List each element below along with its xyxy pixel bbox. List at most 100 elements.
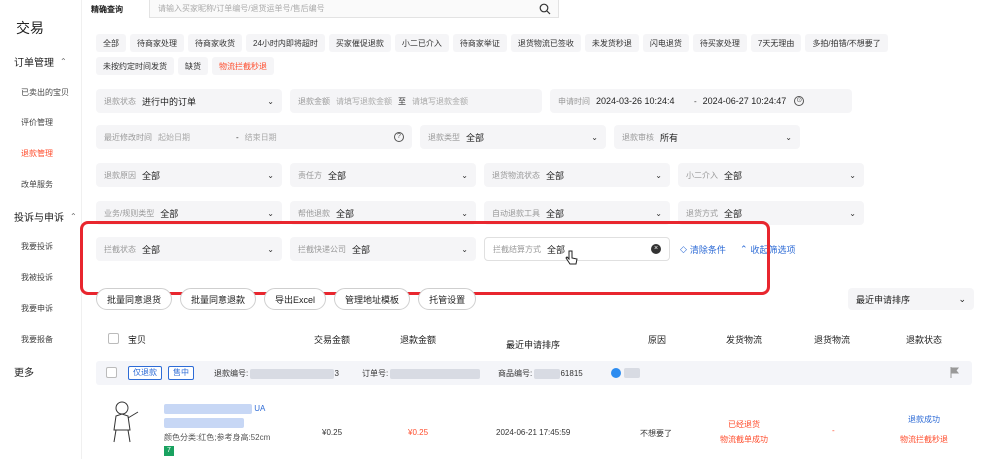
apply-time-range[interactable]: 申请时间 2024-03-26 10:24:4 - 2024-06-27 10:… (550, 89, 852, 113)
filter-chip[interactable]: 待买家处理 (692, 34, 747, 52)
field-label: 退货物流状态 (492, 170, 540, 180)
search-icon[interactable] (532, 0, 558, 18)
sidebar-group-order[interactable]: 订单管理 ⌃ (14, 54, 67, 69)
col-trade-amount: 交易金额 (314, 335, 351, 345)
filter-chip[interactable]: 未发货秒退 (584, 34, 639, 52)
batch-agree-refund-button[interactable]: 批量同意退款 (180, 288, 257, 310)
col-refund-status: 退款状态 (906, 335, 943, 345)
modified-end-input[interactable]: 结束日期 (245, 132, 394, 143)
refund-audit-select[interactable]: 退款审核 所有 ⌄ (614, 125, 800, 149)
chevron-down-icon: ⌄ (267, 208, 274, 218)
filter-chip[interactable]: 全部 (96, 34, 126, 52)
sidebar-item-sold[interactable]: 已卖出的宝贝 (21, 87, 69, 98)
field-value: 全部 (160, 208, 179, 219)
filter-chip[interactable]: 待商家收货 (188, 34, 242, 52)
filter-chip[interactable]: 小二已介入 (394, 34, 449, 52)
sidebar-group-complaints[interactable]: 投诉与申诉 ⌃ (14, 209, 77, 224)
range-separator: - (694, 96, 697, 106)
product-title[interactable]: UA (164, 404, 265, 428)
filter-row-3: 退款原因 全部 ⌄ 责任方 全部 ⌄ 退货物流状态 全部 ⌄ 小二介入 全部 ⌄ (96, 163, 872, 187)
apply-time-start[interactable]: 2024-03-26 10:24:4 (596, 96, 688, 106)
ship-status-2: 物流截单成功 (720, 435, 768, 444)
sidebar-item-modify-order[interactable]: 改单服务 (21, 179, 53, 190)
manage-address-template-button[interactable]: 管理地址模板 (334, 288, 411, 310)
help-icon: ? (394, 132, 404, 142)
filter-chip[interactable]: 缺货 (178, 57, 208, 75)
refund-type-select[interactable]: 退款类型 全部 ⌄ (420, 125, 606, 149)
filter-chip[interactable]: 买家催促退款 (328, 34, 391, 52)
filter-chip[interactable]: 7天无理由 (750, 34, 802, 52)
sidebar-item-reviews[interactable]: 评价管理 (21, 117, 53, 128)
filter-chip[interactable]: 多拍/拍错/不想要了 (805, 34, 888, 52)
sort-select[interactable]: 最近申请排序 ⌄ (848, 288, 974, 310)
field-label: 退货方式 (686, 208, 718, 218)
apply-time-end[interactable]: 2024-06-27 10:24:47 (703, 96, 787, 106)
chevron-down-icon: ⌄ (785, 132, 792, 142)
search-input[interactable]: 请输入买家昵称/订单编号/退货运单号/售后编号 (149, 0, 559, 18)
product-sku: 颜色分类:红色;参考身高:52cm (164, 433, 271, 442)
filter-chip[interactable]: 未按约定时间发货 (96, 57, 174, 75)
filter-chip[interactable]: 退货物流已签收 (510, 34, 581, 52)
filter-chip[interactable]: 待商家处理 (130, 34, 184, 52)
batch-agree-return-button[interactable]: 批量同意退货 (96, 288, 173, 310)
sidebar-group-label: 投诉与申诉 (14, 213, 64, 224)
filter-chip[interactable]: 物流拦截秒退 (212, 57, 274, 75)
sidebar-item-refunds[interactable]: 退款管理 (21, 148, 53, 159)
bulk-actions: 批量同意退货 批量同意退款 导出Excel 管理地址模板 托管设置 (96, 288, 477, 310)
field-label: 帮他退款 (298, 208, 330, 218)
chevron-down-icon: ⌄ (849, 170, 856, 180)
order-checkbox[interactable] (106, 367, 117, 378)
hosting-settings-button[interactable]: 托管设置 (418, 288, 477, 310)
field-label: 最近修改时间 (104, 132, 152, 142)
masked-buyer (624, 368, 640, 378)
filter-chip[interactable]: 待商家举证 (452, 34, 507, 52)
sidebar-item-appeal[interactable]: 我要申诉 (21, 303, 53, 314)
filter-chip[interactable]: 闪电退货 (642, 34, 689, 52)
filter-chip[interactable]: 24小时内即将超时 (246, 34, 325, 52)
field-label: 退款原因 (104, 170, 136, 180)
seven-day-badge: 7 (164, 446, 174, 456)
sidebar-item-report[interactable]: 我要报备 (21, 334, 53, 345)
amount-max-input[interactable]: 请填写退款金额 (412, 96, 468, 107)
chevron-down-icon: ⌄ (461, 208, 468, 218)
modified-start-input[interactable]: 起始日期 (158, 132, 230, 143)
search-label: 精确查询 (91, 4, 123, 14)
refund-status-1[interactable]: 退款成功 (908, 414, 940, 425)
sidebar-item-complained[interactable]: 我被投诉 (21, 272, 53, 283)
sidebar-more[interactable]: 更多 (14, 364, 34, 379)
refund-status-select[interactable]: 退款状态 进行中的订单 ⌄ (96, 89, 282, 113)
select-all-checkbox[interactable] (108, 333, 119, 346)
chevron-down-icon: ⌄ (506, 338, 514, 348)
field-label: 退款类型 (428, 132, 460, 142)
col-item: 宝贝 (128, 335, 147, 345)
last-modified-range[interactable]: 最近修改时间 起始日期 - 结束日期 ? (96, 125, 412, 149)
product-image[interactable] (108, 398, 150, 446)
title-tail: UA (254, 404, 266, 414)
chevron-down-icon: ⌄ (958, 293, 966, 304)
chevron-down-icon: ⌄ (267, 170, 274, 180)
chat-icon[interactable] (610, 367, 622, 381)
order-header: 仅退款 售中 退款编号: 3 订单号: 商品编号: 61815 (96, 361, 972, 385)
ship-status-1: 已经退货 (728, 420, 760, 429)
export-excel-button[interactable]: 导出Excel (264, 288, 327, 310)
chevron-down-icon: ⌄ (655, 170, 662, 180)
flag-icon[interactable] (950, 367, 960, 380)
field-label: 小二介入 (686, 170, 718, 180)
field-value: 全部 (142, 170, 161, 181)
masked-value (390, 368, 481, 379)
label: 商品编号: (498, 369, 533, 378)
return-logistics-status-select[interactable]: 退货物流状态 全部 ⌄ (484, 163, 670, 187)
return-logistics: - (832, 426, 835, 435)
responsible-select[interactable]: 责任方 全部 ⌄ (290, 163, 476, 187)
amount-min-input[interactable]: 请填写退款金额 (336, 96, 392, 107)
refund-amount-range[interactable]: 退款金额 请填写退款金额 至 请填写退款金额 (290, 89, 542, 113)
masked-title-line2 (164, 418, 244, 428)
apply-time: 2024-06-21 17:45:59 (496, 428, 571, 437)
field-value: 进行中的订单 (142, 96, 197, 107)
refund-reason-select[interactable]: 退款原因 全部 ⌄ (96, 163, 282, 187)
xiaoer-select[interactable]: 小二介入 全部 ⌄ (678, 163, 864, 187)
field-label: 申请时间 (558, 96, 590, 106)
sidebar: 交易 订单管理 ⌃ 已卖出的宝贝 评价管理 退款管理 改单服务 投诉与申诉 ⌃ … (0, 0, 82, 459)
search-placeholder: 请输入买家昵称/订单编号/退货运单号/售后编号 (158, 4, 325, 13)
sidebar-item-complain[interactable]: 我要投诉 (21, 241, 53, 252)
